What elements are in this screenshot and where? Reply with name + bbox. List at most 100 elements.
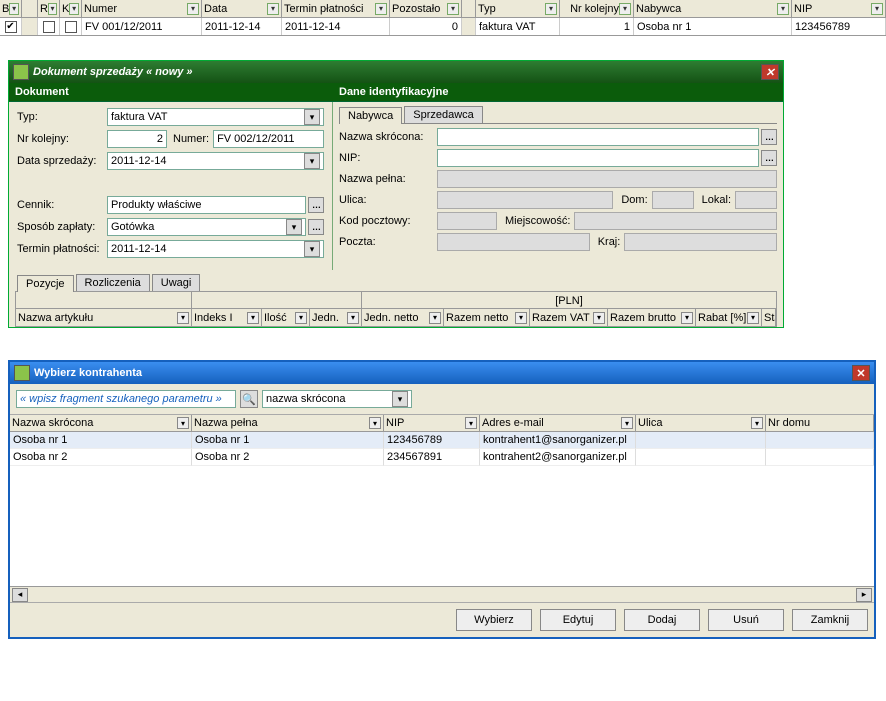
dodaj-button[interactable]: Dodaj	[624, 609, 700, 631]
col-nazwa-skrocona[interactable]: Nazwa skrócona▾	[10, 415, 192, 432]
col-termin[interactable]: Termin płatności▾	[282, 0, 390, 17]
search-input[interactable]: « wpisz fragment szukanego parametru »	[16, 390, 236, 408]
cell	[636, 449, 766, 466]
chevron-down-icon[interactable]: ▾	[747, 312, 759, 324]
chevron-down-icon[interactable]: ▾	[177, 417, 189, 429]
tab-pozycje[interactable]: Pozycje	[17, 275, 74, 292]
cell	[766, 449, 874, 466]
chevron-down-icon[interactable]: ▾	[751, 417, 763, 429]
chevron-down-icon[interactable]: ▾	[247, 312, 259, 324]
chevron-down-icon[interactable]: ▾	[304, 109, 320, 125]
col-nip[interactable]: NIP▾	[792, 0, 886, 17]
chevron-down-icon[interactable]: ▾	[304, 241, 320, 257]
typ-combobox[interactable]: faktura VAT▾	[107, 108, 324, 126]
col-nr-domu[interactable]: Nr domu	[766, 415, 874, 432]
checkbox-b[interactable]: ✔	[5, 21, 17, 33]
pick-titlebar[interactable]: Wybierz kontrahenta ✕	[10, 362, 874, 384]
col-rabat[interactable]: Rabat [%]▾	[696, 309, 762, 326]
col-indeks[interactable]: Indeks I▾	[192, 309, 262, 326]
doc-titlebar[interactable]: Dokument sprzedaży « nowy » ✕	[9, 61, 783, 83]
chevron-down-icon[interactable]: ▾	[375, 3, 387, 15]
chevron-down-icon[interactable]: ▾	[429, 312, 441, 324]
col-jedn-netto[interactable]: Jedn. netto▾	[362, 309, 444, 326]
chevron-down-icon[interactable]: ▾	[369, 417, 381, 429]
terminp-input[interactable]: 2011-12-14▾	[107, 240, 324, 258]
app-icon	[13, 64, 29, 80]
scroll-left-icon[interactable]: ◂	[12, 588, 28, 602]
col-stawka[interactable]: Stawka VA	[762, 309, 776, 326]
poczta-field	[437, 233, 590, 251]
col-adres-email[interactable]: Adres e-mail▾	[480, 415, 636, 432]
ellipsis-button[interactable]: …	[761, 150, 777, 166]
chevron-down-icon[interactable]: ▾	[447, 3, 459, 15]
tab-uwagi[interactable]: Uwagi	[152, 274, 201, 291]
scroll-right-icon[interactable]: ▸	[856, 588, 872, 602]
ellipsis-button[interactable]: …	[308, 197, 324, 213]
chevron-down-icon[interactable]: ▾	[619, 3, 631, 15]
col-razem-netto[interactable]: Razem netto▾	[444, 309, 530, 326]
chevron-down-icon[interactable]: ▾	[267, 3, 279, 15]
usun-button[interactable]: Usuń	[708, 609, 784, 631]
chevron-down-icon[interactable]: ▾	[187, 3, 199, 15]
numer-input[interactable]: FV 002/12/2011	[213, 130, 324, 148]
col-k[interactable]: K▾	[60, 0, 82, 17]
checkbox-k[interactable]	[65, 21, 77, 33]
chevron-down-icon[interactable]: ▾	[286, 219, 302, 235]
col-numer[interactable]: Numer▾	[82, 0, 202, 17]
sposob-combobox[interactable]: Gotówka▾	[107, 218, 306, 236]
chevron-down-icon[interactable]: ▾	[593, 312, 605, 324]
zamknij-button[interactable]: Zamknij	[792, 609, 868, 631]
search-icon[interactable]: 🔍	[240, 390, 258, 408]
chevron-down-icon[interactable]: ▾	[392, 391, 408, 407]
checkbox-r[interactable]	[43, 21, 55, 33]
chevron-down-icon[interactable]: ▾	[347, 312, 359, 324]
col-nazwa-artykulu[interactable]: Nazwa artykułu▾	[16, 309, 192, 326]
wybierz-button[interactable]: Wybierz	[456, 609, 532, 631]
chevron-down-icon[interactable]: ▾	[871, 3, 883, 15]
col-nabywca[interactable]: Nabywca▾	[634, 0, 792, 17]
col-pozostalo[interactable]: Pozostało▾	[390, 0, 462, 17]
col-ilosc[interactable]: Ilość▾	[262, 309, 310, 326]
chevron-down-icon[interactable]: ▾	[69, 3, 79, 15]
ellipsis-button[interactable]: …	[308, 219, 324, 235]
chevron-down-icon[interactable]: ▾	[777, 3, 789, 15]
col-b[interactable]: B▾	[0, 0, 22, 17]
close-icon[interactable]: ✕	[852, 365, 870, 381]
nazwa-skrocona-input[interactable]	[437, 128, 759, 146]
col-typ[interactable]: Typ▾	[476, 0, 560, 17]
col-razem-vat[interactable]: Razem VAT▾	[530, 309, 608, 326]
horizontal-scrollbar[interactable]: ◂ ▸	[10, 586, 874, 602]
chevron-down-icon[interactable]: ▾	[465, 417, 477, 429]
col-nazwa-pelna[interactable]: Nazwa pełna▾	[192, 415, 384, 432]
chevron-down-icon[interactable]: ▾	[295, 312, 307, 324]
search-field-combobox[interactable]: nazwa skrócona▾	[262, 390, 412, 408]
chevron-down-icon[interactable]: ▾	[621, 417, 633, 429]
col-jedn[interactable]: Jedn.▾	[310, 309, 362, 326]
chevron-down-icon[interactable]: ▾	[681, 312, 693, 324]
nip-input[interactable]	[437, 149, 759, 167]
chevron-down-icon[interactable]: ▾	[545, 3, 557, 15]
chevron-down-icon[interactable]: ▾	[177, 312, 189, 324]
bg-grid-row[interactable]: ✔ FV 001/12/2011 2011-12-14 2011-12-14 0…	[0, 18, 886, 36]
tab-nabywca[interactable]: Nabywca	[339, 107, 402, 124]
col-nip[interactable]: NIP▾	[384, 415, 480, 432]
chevron-down-icon[interactable]: ▾	[9, 3, 19, 15]
tab-sprzedawca[interactable]: Sprzedawca	[404, 106, 483, 123]
data-sprzedazy-input[interactable]: 2011-12-14▾	[107, 152, 324, 170]
edytuj-button[interactable]: Edytuj	[540, 609, 616, 631]
chevron-down-icon[interactable]: ▾	[304, 153, 320, 169]
col-r[interactable]: R▾	[38, 0, 60, 17]
col-nrkolejny[interactable]: Nr kolejny▾	[560, 0, 634, 17]
col-data[interactable]: Data▾	[202, 0, 282, 17]
chevron-down-icon[interactable]: ▾	[515, 312, 527, 324]
tab-rozliczenia[interactable]: Rozliczenia	[76, 274, 150, 291]
cennik-input[interactable]: Produkty właściwe	[107, 196, 306, 214]
ellipsis-button[interactable]: …	[761, 129, 777, 145]
chevron-down-icon[interactable]: ▾	[48, 3, 57, 15]
col-razem-brutto[interactable]: Razem brutto▾	[608, 309, 696, 326]
nrkolejny-input[interactable]: 2	[107, 130, 167, 148]
close-icon[interactable]: ✕	[761, 64, 779, 80]
col-ulica[interactable]: Ulica▾	[636, 415, 766, 432]
pick-row[interactable]: Osoba nr 1 Osoba nr 1 123456789 kontrahe…	[10, 432, 874, 449]
pick-row[interactable]: Osoba nr 2 Osoba nr 2 234567891 kontrahe…	[10, 449, 874, 466]
